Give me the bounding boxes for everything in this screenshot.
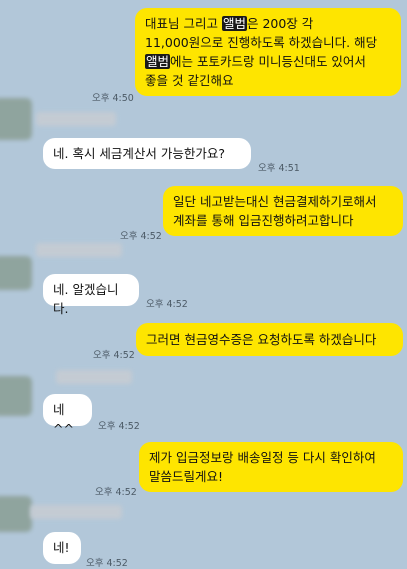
my-message-bubble[interactable]: 그러면 현금영수증은 요청하도록 하겠습니다 [136, 323, 403, 356]
message-timestamp: 오후 4:52 [98, 421, 140, 432]
their-message-bubble[interactable]: 네. 알겠습니다. [43, 274, 139, 316]
message-timestamp: 오후 4:52 [86, 558, 128, 569]
message-text: 네! [53, 540, 70, 555]
message-text-line: 제가 입금정보랑 배송일정 등 다시 확인하여 [149, 450, 376, 465]
sender-avatar[interactable] [0, 376, 32, 416]
message-timestamp: 오후 4:52 [146, 299, 188, 310]
message-timestamp: 오후 4:52 [93, 350, 135, 361]
message-text-line: 말씀드릴게요! [149, 469, 224, 484]
message-text: 네. 혹시 세금계산서 가능한가요? [53, 146, 226, 161]
message-text-line: 11,000원으로 진행하도록 하겠습니다. 해당 [145, 35, 378, 50]
message-text-line: 일단 네고받는대신 현금결제하기로해서 [173, 194, 377, 209]
message-text: 네 ^^ [53, 402, 74, 436]
sender-name [30, 505, 122, 519]
message-timestamp: 오후 4:50 [92, 93, 134, 104]
sender-name [36, 112, 116, 126]
message-text: 그러면 현금영수증은 요청하도록 하겠습니다 [146, 332, 377, 347]
my-message-bubble[interactable]: 대표님 그리고 앨범은 200장 각 11,000원으로 진행하도록 하겠습니다… [135, 8, 401, 96]
sender-avatar[interactable] [0, 256, 32, 290]
message-text-line: 계좌를 통해 입금진행하려고합니다 [173, 213, 354, 228]
message-timestamp: 오후 4:51 [258, 163, 300, 174]
message-timestamp: 오후 4:52 [95, 487, 137, 498]
their-message-bubble[interactable]: 네. 혹시 세금계산서 가능한가요? [43, 138, 251, 169]
message-timestamp: 오후 4:52 [120, 231, 162, 242]
message-text-line: 좋을 것 같긴해요 [145, 73, 234, 88]
my-message-bubble[interactable]: 제가 입금정보랑 배송일정 등 다시 확인하여 말씀드릴게요! [139, 442, 403, 492]
message-text: 네. 알겠습니다. [53, 282, 119, 316]
sender-name [56, 370, 132, 384]
sender-name [36, 243, 122, 257]
sender-avatar[interactable] [0, 98, 32, 140]
message-text-line: 앨범에는 포토카드랑 미니등신대도 있어서 [145, 54, 366, 69]
sender-avatar[interactable] [0, 496, 32, 532]
my-message-bubble[interactable]: 일단 네고받는대신 현금결제하기로해서 계좌를 통해 입금진행하려고합니다 [163, 186, 403, 236]
their-message-bubble[interactable]: 네 ^^ [43, 394, 92, 436]
their-message-bubble[interactable]: 네! [43, 532, 81, 564]
message-text-line: 대표님 그리고 앨범은 200장 각 [145, 16, 314, 31]
